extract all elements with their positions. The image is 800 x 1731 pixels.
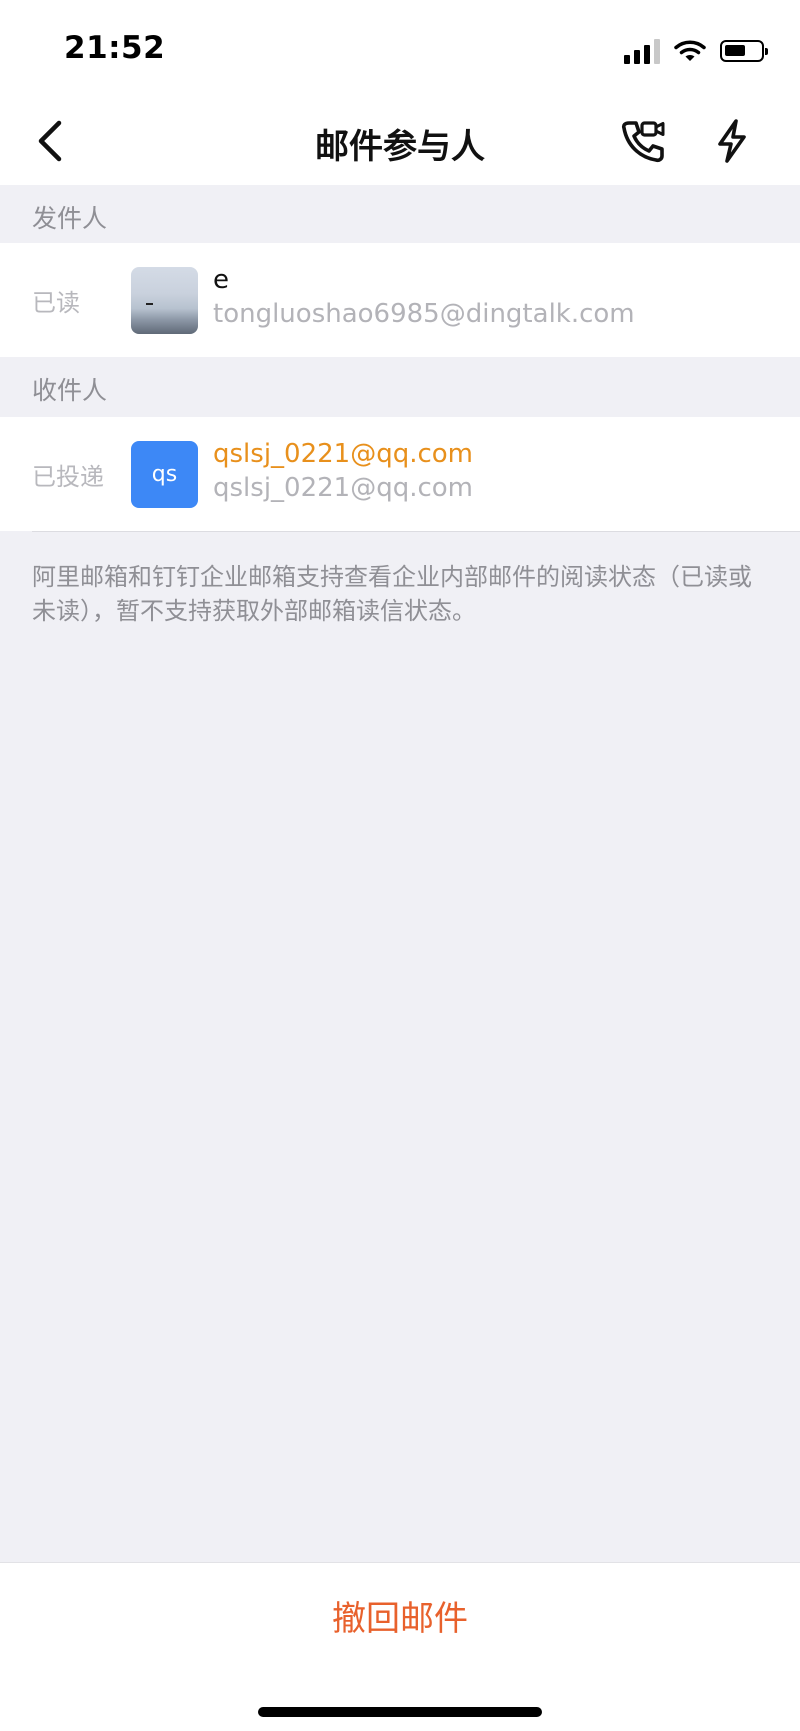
- sender-email: tongluoshao6985@dingtalk.com: [213, 299, 635, 329]
- wifi-icon: [674, 40, 706, 61]
- delivered-status-label: 已投递: [32, 463, 104, 491]
- recipient-name: qslsj_0221@qq.com: [213, 439, 474, 469]
- recipient-row[interactable]: 已投递 qs qslsj_0221@qq.com qslsj_0221@qq.c…: [0, 417, 800, 531]
- recipient-section-header: 收件人: [0, 357, 800, 415]
- mail-participants-screen: 21:52 邮件参与人 发件人 已读 e tongluoshao6985@din…: [0, 0, 800, 1731]
- recipient-email: qslsj_0221@qq.com: [213, 473, 474, 503]
- status-time: 21:52: [64, 30, 166, 66]
- video-call-icon: [621, 121, 665, 163]
- page-title: 邮件参与人: [315, 127, 485, 167]
- read-status-label: 已读: [32, 289, 80, 317]
- sender-section-header: 发件人: [0, 185, 800, 243]
- home-indicator[interactable]: [258, 1707, 542, 1717]
- read-status-note: 阿里邮箱和钉钉企业邮箱支持查看企业内部邮件的阅读状态（已读或未读），暂不支持获取…: [32, 563, 752, 625]
- divider: [32, 531, 800, 532]
- sender-row[interactable]: 已读 e tongluoshao6985@dingtalk.com: [0, 243, 800, 357]
- navigation-bar: 邮件参与人: [0, 95, 800, 185]
- flash-icon: [718, 119, 746, 163]
- recall-mail-button[interactable]: 撤回邮件: [0, 1587, 800, 1651]
- video-call-button[interactable]: [616, 113, 672, 169]
- status-bar: 21:52: [0, 0, 800, 95]
- sender-name: e: [213, 265, 229, 295]
- bottom-action-bar: 撤回邮件: [0, 1562, 800, 1731]
- recipient-avatar: qs: [131, 441, 198, 508]
- recipient-section-label: 收件人: [32, 376, 108, 405]
- cellular-signal-icon: [624, 38, 660, 64]
- status-icons: [624, 36, 768, 66]
- sender-section-label: 发件人: [32, 204, 108, 233]
- flash-button[interactable]: [704, 113, 760, 169]
- battery-icon: [720, 40, 768, 62]
- sender-avatar: [131, 267, 198, 334]
